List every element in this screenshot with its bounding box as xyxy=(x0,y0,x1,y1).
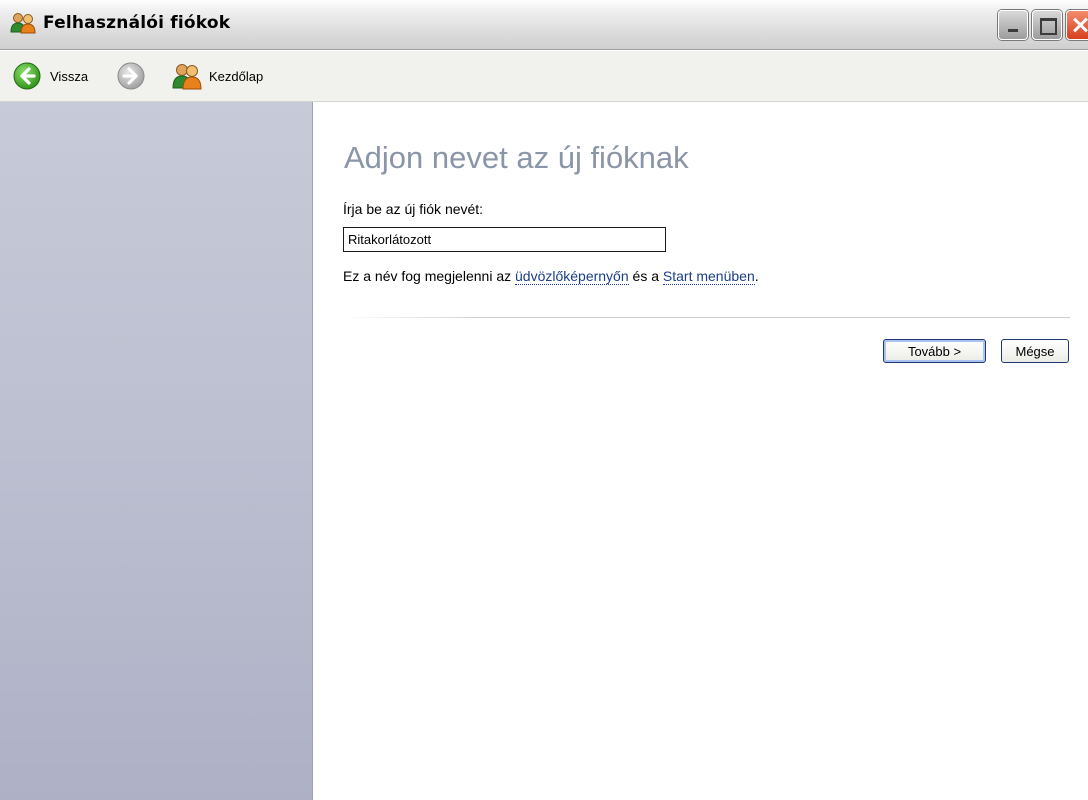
home-label: Kezdőlap xyxy=(209,68,264,84)
back-arrow-icon xyxy=(13,62,41,90)
forward-button[interactable] xyxy=(117,51,145,101)
account-name-input[interactable] xyxy=(343,227,666,252)
hint-suffix: . xyxy=(754,268,759,284)
back-label: Vissza xyxy=(50,68,89,84)
back-button[interactable]: Vissza xyxy=(13,51,88,101)
maximize-button[interactable] xyxy=(1032,10,1062,40)
main-content: Adjon nevet az új fióknak Írja be az új … xyxy=(314,102,1088,800)
close-button[interactable] xyxy=(1066,10,1088,40)
cancel-button[interactable]: Mégse xyxy=(1001,339,1069,363)
hint-text: Ez a név fog megjelenni az üdvözlőképern… xyxy=(343,268,759,285)
task-sidebar xyxy=(0,102,313,800)
page-title: Adjon nevet az új fióknak xyxy=(344,140,689,175)
users-icon xyxy=(172,64,202,90)
forward-arrow-icon xyxy=(117,62,145,90)
hint-middle: és a xyxy=(628,268,663,284)
title-bar: Felhasználói fiókok xyxy=(0,0,1088,50)
divider xyxy=(343,317,1070,318)
account-name-label: Írja be az új fiók nevét: xyxy=(343,201,484,217)
home-button[interactable]: Kezdőlap xyxy=(170,51,263,101)
window-title: Felhasználói fiókok xyxy=(43,13,231,33)
navigation-toolbar: Vissza Kezdőlap xyxy=(0,51,1088,102)
minimize-button[interactable] xyxy=(998,10,1028,40)
hint-prefix: Ez a név fog megjelenni az xyxy=(343,268,515,284)
next-button[interactable]: Tovább > xyxy=(883,339,986,363)
welcome-screen-link[interactable]: üdvözlőképernyőn xyxy=(515,268,629,285)
users-icon xyxy=(10,12,36,34)
start-menu-link[interactable]: Start menüben xyxy=(662,268,755,285)
